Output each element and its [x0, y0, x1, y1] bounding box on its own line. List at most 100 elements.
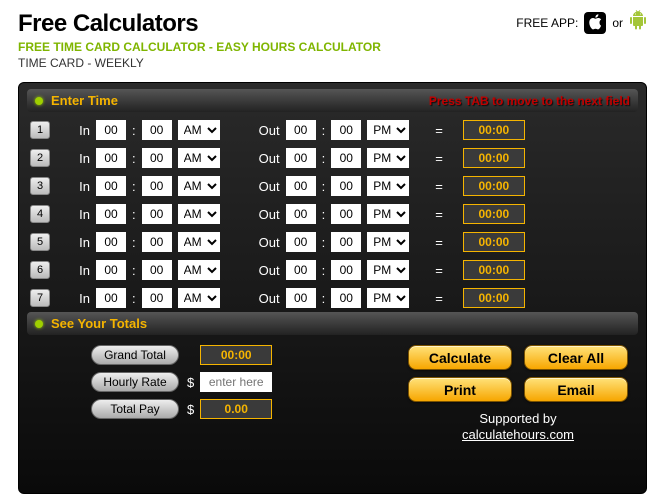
out-hour-input[interactable]	[286, 204, 316, 224]
in-label: In	[66, 263, 90, 278]
section-title: See Your Totals	[51, 316, 147, 331]
clear-all-button[interactable]: Clear All	[524, 345, 628, 370]
equals-sign: =	[435, 179, 443, 194]
in-minute-input[interactable]	[142, 120, 172, 140]
out-minute-input[interactable]	[331, 260, 361, 280]
in-label: In	[66, 235, 90, 250]
dollar-sign: $	[187, 375, 194, 390]
row-result: 00:00	[463, 288, 525, 308]
in-label: In	[66, 207, 90, 222]
in-ampm-select[interactable]: AMPM	[178, 288, 220, 308]
in-minute-input[interactable]	[142, 232, 172, 252]
calculate-button[interactable]: Calculate	[408, 345, 512, 370]
hourly-rate-button[interactable]: Hourly Rate	[91, 372, 179, 392]
email-button[interactable]: Email	[524, 377, 628, 402]
hourly-rate-input[interactable]	[200, 372, 272, 392]
day-number: 1	[30, 121, 50, 139]
enter-time-section-bar: Enter Time Press TAB to move to the next…	[27, 89, 638, 112]
time-row: 5In:AMPMOut:AMPM=00:00	[27, 228, 638, 256]
row-result: 00:00	[463, 232, 525, 252]
out-ampm-select[interactable]: AMPM	[367, 260, 409, 280]
bullet-icon	[35, 97, 43, 105]
total-pay-value: 0.00	[200, 399, 272, 419]
out-label: Out	[250, 179, 280, 194]
out-minute-input[interactable]	[331, 204, 361, 224]
in-ampm-select[interactable]: AMPM	[178, 232, 220, 252]
row-result: 00:00	[463, 176, 525, 196]
support-link[interactable]: calculatehours.com	[462, 427, 574, 442]
out-ampm-select[interactable]: AMPM	[367, 288, 409, 308]
out-minute-input[interactable]	[331, 288, 361, 308]
totals-right: Calculate Clear All Print Email Supporte…	[290, 345, 628, 442]
in-label: In	[66, 123, 90, 138]
logo: Free Calculators	[18, 10, 381, 38]
out-minute-input[interactable]	[331, 176, 361, 196]
in-hour-input[interactable]	[96, 120, 126, 140]
in-hour-input[interactable]	[96, 176, 126, 196]
out-hour-input[interactable]	[286, 120, 316, 140]
row-result: 00:00	[463, 204, 525, 224]
in-ampm-select[interactable]: AMPM	[178, 120, 220, 140]
out-ampm-select[interactable]: AMPM	[367, 120, 409, 140]
total-pay-button[interactable]: Total Pay	[91, 399, 179, 419]
in-ampm-select[interactable]: AMPM	[178, 204, 220, 224]
equals-sign: =	[435, 123, 443, 138]
time-row: 3In:AMPMOut:AMPM=00:00	[27, 172, 638, 200]
out-minute-input[interactable]	[331, 120, 361, 140]
in-ampm-select[interactable]: AMPM	[178, 176, 220, 196]
in-minute-input[interactable]	[142, 288, 172, 308]
day-number: 6	[30, 261, 50, 279]
in-hour-input[interactable]	[96, 232, 126, 252]
print-button[interactable]: Print	[408, 377, 512, 402]
out-hour-input[interactable]	[286, 148, 316, 168]
out-label: Out	[250, 207, 280, 222]
out-label: Out	[250, 151, 280, 166]
out-hour-input[interactable]	[286, 260, 316, 280]
header: Free Calculators FREE TIME CARD CALCULAT…	[0, 0, 665, 74]
in-minute-input[interactable]	[142, 148, 172, 168]
out-minute-input[interactable]	[331, 232, 361, 252]
grand-total-button[interactable]: Grand Total	[91, 345, 179, 365]
out-ampm-select[interactable]: AMPM	[367, 176, 409, 196]
equals-sign: =	[435, 291, 443, 306]
out-ampm-select[interactable]: AMPM	[367, 148, 409, 168]
in-hour-input[interactable]	[96, 204, 126, 224]
in-ampm-select[interactable]: AMPM	[178, 260, 220, 280]
out-ampm-select[interactable]: AMPM	[367, 204, 409, 224]
row-result: 00:00	[463, 120, 525, 140]
day-number: 2	[30, 149, 50, 167]
out-hour-input[interactable]	[286, 176, 316, 196]
android-app-link[interactable]	[629, 10, 647, 36]
row-result: 00:00	[463, 148, 525, 168]
out-hour-input[interactable]	[286, 288, 316, 308]
breadcrumb: TIME CARD - WEEKLY	[18, 56, 381, 70]
bullet-icon	[35, 320, 43, 328]
header-left: Free Calculators FREE TIME CARD CALCULAT…	[18, 10, 381, 70]
out-label: Out	[250, 291, 280, 306]
in-hour-input[interactable]	[96, 148, 126, 168]
support-text: Supported by calculatehours.com	[408, 411, 628, 442]
out-minute-input[interactable]	[331, 148, 361, 168]
in-minute-input[interactable]	[142, 176, 172, 196]
in-hour-input[interactable]	[96, 260, 126, 280]
time-row: 2In:AMPMOut:AMPM=00:00	[27, 144, 638, 172]
time-row: 6In:AMPMOut:AMPM=00:00	[27, 256, 638, 284]
equals-sign: =	[435, 263, 443, 278]
totals-section-bar: See Your Totals	[27, 312, 638, 335]
apple-app-link[interactable]	[584, 12, 606, 34]
in-minute-input[interactable]	[142, 260, 172, 280]
apple-icon	[588, 14, 602, 33]
in-hour-input[interactable]	[96, 288, 126, 308]
in-label: In	[66, 151, 90, 166]
android-icon	[629, 13, 647, 35]
out-label: Out	[250, 235, 280, 250]
header-right: FREE APP: or	[516, 10, 647, 36]
time-row: 1In:AMPMOut:AMPM=00:00	[27, 116, 638, 144]
day-number: 3	[30, 177, 50, 195]
in-minute-input[interactable]	[142, 204, 172, 224]
in-label: In	[66, 291, 90, 306]
out-ampm-select[interactable]: AMPM	[367, 232, 409, 252]
in-ampm-select[interactable]: AMPM	[178, 148, 220, 168]
in-label: In	[66, 179, 90, 194]
out-hour-input[interactable]	[286, 232, 316, 252]
